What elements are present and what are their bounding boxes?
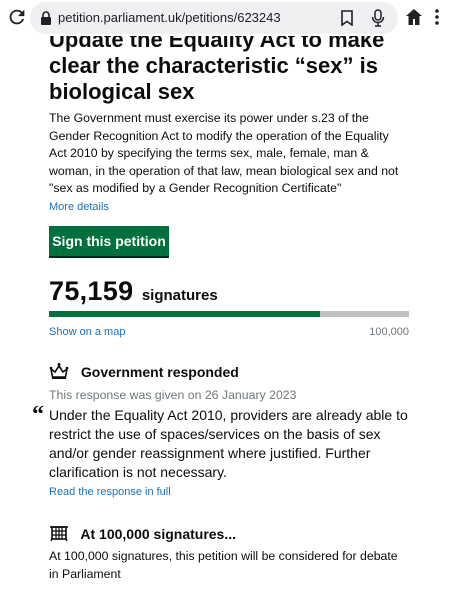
petition-description: The Government must exercise its power u… <box>49 111 399 195</box>
bookmark-icon[interactable] <box>340 10 354 26</box>
show-on-map-link[interactable]: Show on a map <box>49 326 125 338</box>
debate-threshold-heading: At 100,000 signatures... <box>49 524 236 542</box>
read-response-link[interactable]: Read the response in full <box>49 486 171 498</box>
url-text[interactable]: petition.parliament.uk/petitions/623243 <box>58 10 281 25</box>
quote-mark: “ <box>32 402 44 428</box>
signature-count: 75,159 signatures <box>49 276 218 307</box>
sign-petition-button[interactable]: Sign this petition <box>49 226 169 256</box>
debate-threshold-text: At 100,000 signatures, this petition wil… <box>49 549 398 581</box>
signature-progress-bar <box>49 311 409 317</box>
browser-toolbar: petition.parliament.uk/petitions/623243 <box>0 0 453 36</box>
signature-progress-fill <box>49 311 320 317</box>
signature-count-label: signatures <box>141 287 218 304</box>
government-response-quote: Under the Equality Act 2010, providers a… <box>49 407 408 480</box>
signature-target: 100,000 <box>369 326 409 338</box>
petition-title: Update the Equality Act to make clear th… <box>49 36 385 104</box>
crown-icon <box>49 363 69 379</box>
portcullis-icon <box>50 526 68 542</box>
debate-threshold-title: At 100,000 signatures... <box>80 526 237 542</box>
more-details-link[interactable]: More details <box>49 201 109 213</box>
home-icon[interactable] <box>405 8 423 26</box>
government-response-title: Government responded <box>80 364 239 380</box>
more-vert-icon[interactable] <box>433 8 441 26</box>
mic-icon[interactable] <box>371 9 385 27</box>
government-response-heading: Government responded <box>49 362 239 380</box>
response-date: This response was given on 26 January 20… <box>49 388 297 402</box>
lock-icon[interactable] <box>40 11 52 25</box>
petition-page: Update the Equality Act to make clear th… <box>0 36 453 600</box>
signature-count-number: 75,159 <box>49 276 134 306</box>
reload-icon[interactable] <box>6 6 28 28</box>
address-bar[interactable]: petition.parliament.uk/petitions/623243 <box>30 2 398 34</box>
